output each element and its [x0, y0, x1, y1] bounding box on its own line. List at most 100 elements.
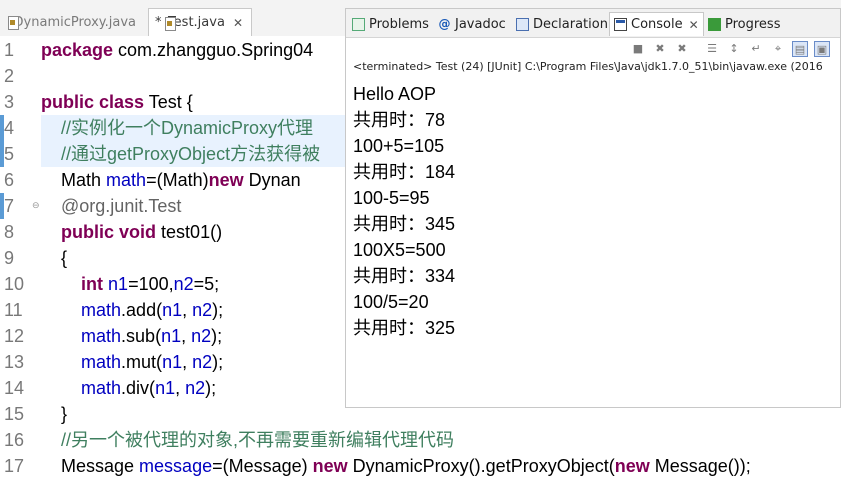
code-token: n1	[162, 300, 183, 320]
code-token: Dynan	[243, 170, 301, 190]
tab-label: Test.java	[167, 15, 225, 30]
remove-launch-icon[interactable]: ✖	[652, 41, 668, 57]
code-line[interactable]: Math math=(Math)new Dynan	[41, 167, 301, 193]
tab-console[interactable]: Console ✕	[609, 12, 704, 36]
terminate-icon[interactable]: ■	[630, 41, 646, 57]
code-line[interactable]: Message message=(Message) new DynamicPro…	[41, 453, 751, 479]
tab-dynamicproxy-java[interactable]: DynamicProxy.java	[0, 8, 144, 36]
code-line[interactable]: math.div(n1, n2);	[41, 375, 216, 401]
code-token: Math	[41, 170, 107, 190]
code-token: message	[139, 456, 213, 476]
code-token: package	[41, 40, 114, 60]
code-token: n1	[162, 352, 183, 372]
tab-test-java[interactable]: * Test.java ✕	[148, 8, 252, 36]
code-token: //通过getProxyObject方法获得被	[61, 144, 321, 164]
remove-all-icon[interactable]: ✖	[674, 41, 690, 57]
line-number: 8	[4, 222, 15, 242]
code-line[interactable]: public class Test {	[41, 89, 193, 115]
code-token: new	[312, 456, 348, 476]
clear-console-icon[interactable]: ☰	[704, 41, 720, 57]
display-selected-console-icon[interactable]: ▤	[792, 41, 808, 57]
code-line[interactable]: //另一个被代理的对象,不再需要重新编辑代理代码	[41, 427, 454, 453]
code-line[interactable]: }	[41, 401, 67, 427]
tab-label: Progress	[725, 16, 781, 32]
console-output-line: 100/5=20	[353, 292, 429, 312]
view-tab-bar: Problems @ Javadoc Declaration Console ✕…	[346, 9, 840, 38]
tab-declaration[interactable]: Declaration	[516, 13, 608, 35]
tab-problems[interactable]: Problems	[352, 13, 429, 35]
code-token: =(Message)	[212, 456, 313, 476]
line-number: 1	[4, 40, 15, 60]
tab-label: Problems	[369, 16, 429, 32]
code-token: );	[212, 352, 224, 372]
code-line[interactable]: int n1=100,n2=5;	[41, 271, 219, 297]
code-token: n2	[191, 326, 212, 346]
line-number: 13	[4, 352, 25, 372]
console-icon	[614, 18, 627, 31]
line-number: 2	[4, 66, 15, 86]
word-wrap-icon[interactable]: ↵	[748, 41, 764, 57]
line-number: 6	[4, 170, 15, 190]
code-line[interactable]: {	[41, 245, 67, 271]
tab-label: DynamicProxy.java	[13, 14, 136, 30]
javadoc-icon: @	[438, 16, 451, 31]
code-token: public	[41, 92, 94, 112]
line-number: 16	[4, 430, 25, 450]
code-token: );	[205, 378, 217, 398]
code-line[interactable]: //实例化一个DynamicProxy代理	[41, 115, 313, 141]
code-token: .sub(	[121, 326, 162, 346]
code-token: math	[81, 378, 122, 398]
code-line[interactable]: package com.zhangguo.Spring04	[41, 37, 313, 63]
code-token: com.zhangguo.Spring04	[113, 40, 314, 60]
java-file-icon	[6, 15, 17, 30]
code-line[interactable]: @org.junit.Test	[41, 193, 181, 219]
line-number: 11	[4, 300, 23, 320]
scroll-lock-icon[interactable]: ↕	[726, 41, 742, 57]
console-output-line: 100+5=105	[353, 136, 445, 156]
code-token: test01()	[156, 222, 223, 242]
code-token: .div(	[121, 378, 156, 398]
code-line[interactable]: public void test01()	[41, 219, 222, 245]
dirty-marker: *	[155, 15, 162, 30]
code-line[interactable]: math.sub(n1, n2);	[41, 323, 222, 349]
tab-label: Console	[631, 17, 683, 32]
line-number: 10	[4, 274, 25, 294]
console-toolbar: ■ ✖ ✖ ☰ ↕ ↵ ⌖ ▤ ▣	[346, 37, 840, 61]
fold-collapse-icon[interactable]: ⊖	[32, 201, 40, 211]
code-token: Test	[148, 196, 182, 216]
code-line[interactable]: math.add(n1, n2);	[41, 297, 223, 323]
console-output-line: 共用时：345	[353, 214, 456, 234]
code-token: public	[61, 222, 115, 242]
code-token: //实例化一个DynamicProxy代理	[61, 118, 314, 138]
code-token: math	[81, 326, 122, 346]
code-line[interactable]: //通过getProxyObject方法获得被	[41, 141, 320, 167]
tab-javadoc[interactable]: @ Javadoc	[438, 13, 506, 35]
code-token: math	[106, 170, 147, 190]
code-token: n1	[155, 378, 176, 398]
open-console-icon[interactable]: ▣	[814, 41, 830, 57]
tab-progress[interactable]: Progress	[708, 13, 780, 35]
close-tab-icon[interactable]: ✕	[233, 16, 243, 30]
code-token: DynamicProxy().getProxyObject(	[347, 456, 615, 476]
code-token: n2	[192, 352, 213, 372]
console-view: Problems @ Javadoc Declaration Console ✕…	[345, 8, 841, 408]
console-output-line: 100-5=95	[353, 188, 430, 208]
code-line[interactable]: math.mut(n1, n2);	[41, 349, 223, 375]
problems-icon	[352, 17, 365, 31]
console-status-line: <terminated> Test (24) [JUnit] C:\Progra…	[353, 60, 823, 73]
code-token: ,	[182, 300, 193, 320]
close-tab-icon[interactable]: ✕	[689, 18, 699, 32]
code-token: ,	[182, 352, 193, 372]
code-token: ,	[175, 378, 186, 398]
pin-console-icon[interactable]: ⌖	[770, 41, 786, 57]
code-token: math	[81, 300, 122, 320]
code-token: ,	[181, 326, 192, 346]
progress-icon	[708, 17, 721, 31]
